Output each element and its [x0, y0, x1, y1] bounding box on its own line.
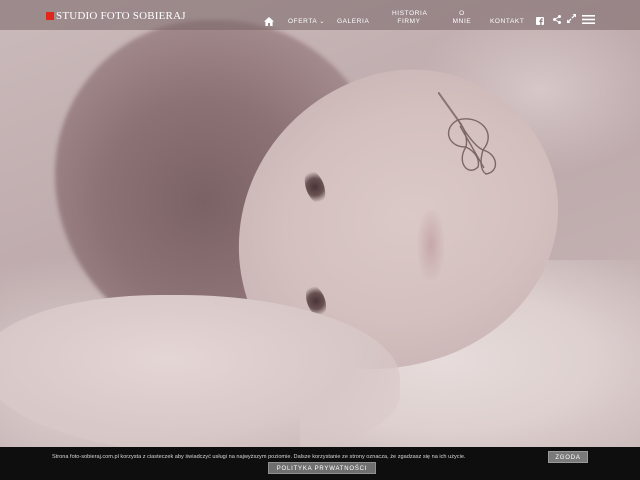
nav-item-label-line2: MNIE [452, 18, 472, 25]
privacy-policy-button[interactable]: POLITYKA PRYWATNOŚCI [268, 462, 376, 474]
hero-photo [0, 0, 640, 480]
nav-item-label: O [459, 10, 465, 17]
fullscreen-icon[interactable] [567, 14, 576, 23]
share-icon[interactable] [553, 15, 561, 24]
nav-item-o-mnie[interactable]: O MNIE [450, 10, 474, 26]
cookie-accept-button[interactable]: ZGODA [548, 451, 588, 463]
site-header: STUDIO FOTO SOBIERAJ OFERTA ⌄ GALERIA HIS… [0, 0, 640, 30]
nav-item-oferta[interactable]: OFERTA ⌄ [288, 18, 325, 26]
nav-item-kontakt[interactable]: KONTAKT [490, 18, 524, 26]
menu-icon[interactable] [582, 15, 595, 24]
logo-text: STUDIO FOTO SOBIERAJ [56, 10, 186, 22]
logo-mark [46, 12, 54, 20]
site-logo[interactable]: STUDIO FOTO SOBIERAJ [46, 9, 186, 23]
home-icon[interactable] [264, 17, 274, 26]
cookie-message: Strona foto-sobieraj.com.pl korzysta z c… [52, 454, 466, 460]
earring-graphic [438, 92, 497, 175]
chevron-down-icon: ⌄ [319, 19, 326, 25]
nav-item-label: GALERIA [337, 18, 370, 25]
nav-item-label: OFERTA [288, 18, 318, 25]
nav-item-historia-firmy[interactable]: HISTORIA FIRMY [392, 10, 428, 26]
nav-item-label: KONTAKT [490, 18, 525, 25]
nav-item-galeria[interactable]: GALERIA [337, 18, 369, 26]
nav-item-label-line2: FIRMY [397, 18, 421, 25]
nav-item-label: HISTORIA [392, 10, 428, 17]
hero-lips [418, 210, 444, 280]
facebook-icon[interactable] [536, 17, 544, 25]
